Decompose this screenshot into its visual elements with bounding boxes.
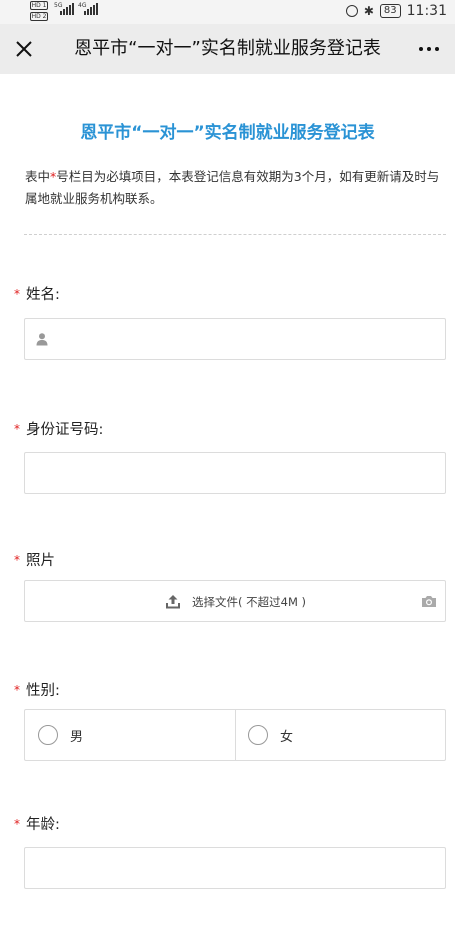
age-label-text: 年龄: [26,817,60,833]
nav-bar: 恩平市“一对一”实名制就业服务登记表 [0,24,455,74]
nav-title: 恩平市“一对一”实名制就业服务登记表 [74,38,381,59]
required-star: * [14,287,20,301]
required-star: * [14,422,20,436]
gender-label-text: 性别: [26,683,60,699]
battery-icon: 83 [379,4,401,18]
required-star: * [14,817,20,831]
upload-text: 选择文件( 不超过4M ) [191,595,307,609]
gender-option-female[interactable]: 女 [235,710,445,760]
photo-upload-button[interactable]: 选择文件( 不超过4M ) [24,580,446,622]
more-icon[interactable] [411,35,447,63]
gender-option-male[interactable]: 男 [25,710,235,760]
age-input[interactable] [24,847,446,889]
gender-option-label: 女 [280,729,294,745]
upload-icon [165,595,180,609]
bluetooth-icon: ✱ [363,4,374,18]
name-input[interactable] [24,318,446,360]
camera-icon [422,596,436,607]
required-star: * [14,683,20,697]
photo-label-text: 照片 [26,553,55,569]
age-label: * 年龄: [14,813,60,834]
sim1-icon: HD 1 [30,1,48,10]
name-label-text: 姓名: [26,287,60,303]
name-label: * 姓名: [14,283,60,304]
gender-option-label: 男 [70,729,84,745]
sim2-icon: HD 2 [30,12,48,21]
photo-label: * 照片 [14,549,55,570]
intro-text-end: 号栏目为必填项目，本表登记信息有效期为3个月，如有更新请及时与属地就业服务机构联… [25,169,440,206]
radio-button[interactable] [248,725,268,745]
id-number-label: * 身份证号码: [14,418,103,439]
signal1-icon [60,3,74,15]
status-bar: HD 1 HD 2 5G 4G ✱ 83 11:31 [0,0,455,24]
clock: 11:31 [406,3,447,19]
id-number-input[interactable] [24,452,446,494]
status-right: ✱ 83 11:31 [345,3,447,19]
gender-label: * 性别: [14,679,60,700]
alarm-icon [345,5,358,17]
close-icon[interactable] [10,35,38,63]
form-title: 恩平市“一对一”实名制就业服务登记表 [80,123,375,143]
sim-indicators: HD 1 HD 2 [30,1,50,21]
gender-radio-group: 男 女 [24,709,446,761]
radio-button[interactable] [38,725,58,745]
form-intro: 表中*号栏目为必填项目，本表登记信息有效期为3个月，如有更新请及时与属地就业服务… [25,166,443,210]
signal2-icon [84,3,98,15]
dashed-divider [24,234,446,235]
required-star: * [14,553,20,567]
intro-text-start: 表中 [25,169,51,184]
person-icon [36,333,48,346]
id-number-label-text: 身份证号码: [26,422,104,438]
